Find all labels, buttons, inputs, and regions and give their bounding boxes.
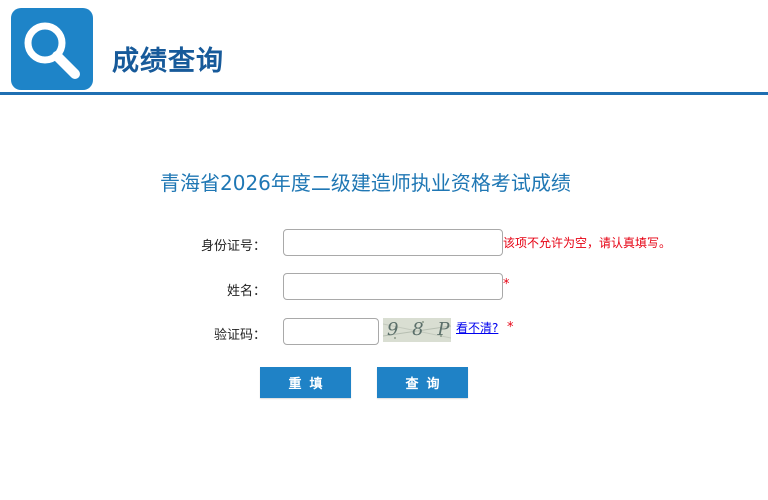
captcha-label: 验证码： [213, 328, 266, 343]
exam-title: 青海省2026年度二级建造师执业资格考试成绩 [160, 171, 571, 195]
page-header: 成绩查询 [0, 0, 768, 92]
query-button[interactable]: 查询 [377, 367, 468, 398]
header-divider [0, 92, 768, 95]
score-query-page: 成绩查询 青海省2026年度二级建造师执业资格考试成绩 身份证号： 该项不允许为… [0, 0, 768, 500]
page-title: 成绩查询 [112, 46, 224, 77]
reset-button[interactable]: 重填 [260, 367, 351, 398]
id-number-input[interactable] [283, 229, 503, 256]
magnifier-icon [11, 8, 93, 90]
name-required-mark: * [503, 277, 510, 292]
captcha-refresh-link[interactable]: 看不清? [456, 319, 498, 336]
name-label: 姓名： [226, 284, 266, 299]
id-number-label: 身份证号： [200, 239, 266, 254]
captcha-image[interactable]: 9 8 P S [383, 318, 451, 342]
captcha-input[interactable] [283, 318, 379, 345]
id-number-error: 该项不允许为空，请认真填写。 [503, 236, 672, 250]
captcha-code: 9 8 P S [387, 319, 451, 340]
name-input[interactable] [283, 273, 503, 300]
captcha-required-mark: * [507, 320, 514, 335]
